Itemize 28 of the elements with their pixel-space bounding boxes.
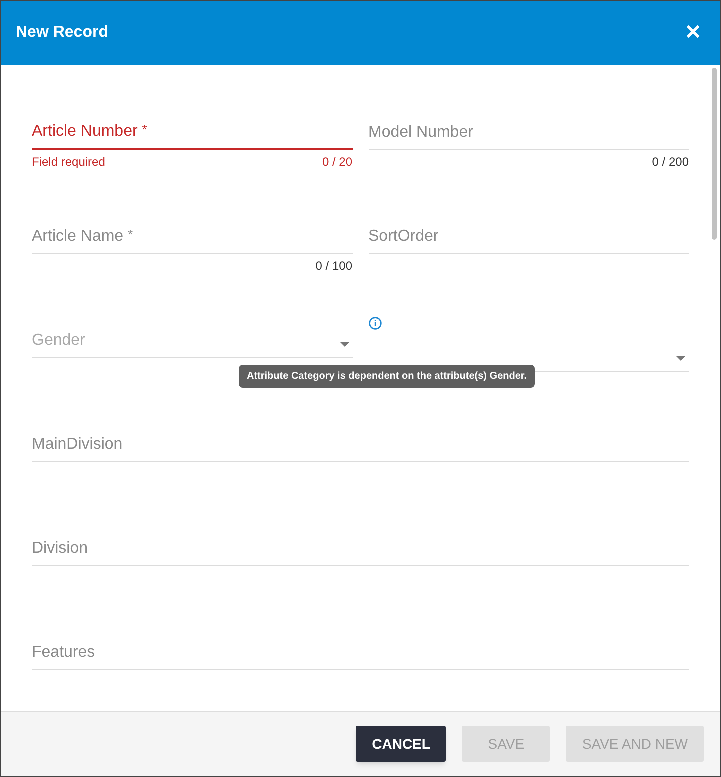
character-counter: 0 / 100: [316, 258, 352, 275]
input-field[interactable]: Model Number: [368, 123, 689, 150]
field-label: Article Number *: [32, 121, 148, 142]
field-label: Model Number: [368, 123, 474, 143]
character-counter: 0 / 200: [652, 154, 689, 171]
field-label: Division: [32, 539, 88, 559]
field-label: SortOrder: [368, 227, 439, 247]
error-message: Field required: [32, 154, 106, 171]
input-field[interactable]: MainDivision: [32, 435, 689, 462]
tooltip: Attribute Category is dependent on the attribute(s) Gender.: [239, 365, 536, 388]
dropdown-caret-icon: [340, 342, 350, 347]
input-field[interactable]: Features: [32, 643, 689, 670]
field-label: Gender: [32, 331, 86, 351]
input-field[interactable]: Article Name *: [32, 227, 352, 254]
select-field[interactable]: Gender: [32, 331, 352, 358]
field-label: Features: [32, 643, 96, 663]
close-button[interactable]: ✕: [685, 23, 702, 43]
field-label: MainDivision: [32, 435, 123, 455]
field-label: Article Name *: [32, 226, 134, 247]
info-icon[interactable]: [368, 317, 382, 330]
dialog-button[interactable]: CANCEL: [356, 726, 446, 762]
character-counter: 0 / 20: [322, 154, 352, 171]
scrollbar-thumb[interactable]: [712, 68, 717, 240]
input-field[interactable]: Article Number *: [32, 123, 352, 150]
dropdown-caret-icon: [676, 356, 686, 361]
input-field[interactable]: Division: [32, 539, 689, 566]
input-field[interactable]: SortOrder: [368, 227, 689, 254]
window-title: New Record: [16, 23, 108, 43]
